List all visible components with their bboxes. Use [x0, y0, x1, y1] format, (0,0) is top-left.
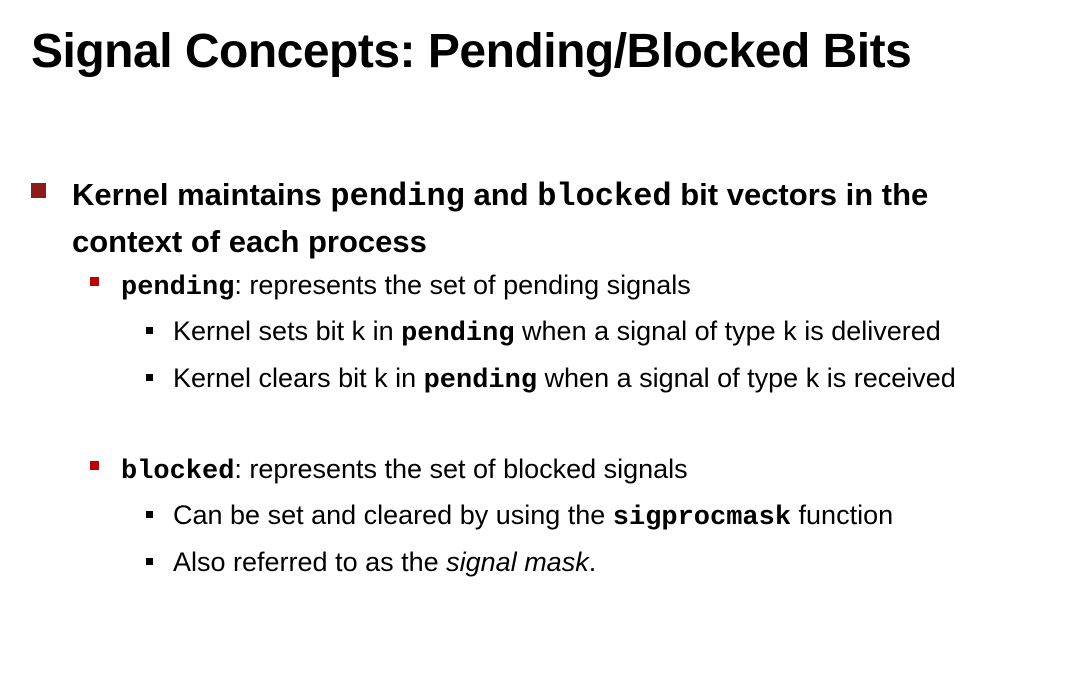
blocked-subitem: Can be set and cleared by using the sigp…	[173, 498, 893, 535]
subitem-emphasis: signal mask	[446, 547, 589, 577]
subitem-code: sigprocmask	[612, 503, 792, 533]
bullet-square-icon	[146, 327, 153, 334]
blocked-description: : represents the set of blocked signals	[234, 454, 688, 484]
main-point-text-1: Kernel maintains	[72, 177, 331, 212]
pending-description: : represents the set of pending signals	[234, 270, 691, 300]
pending-subitem: Kernel clears bit k in pending when a si…	[173, 361, 956, 398]
bullet-square-icon	[31, 183, 46, 198]
blocked-code: blocked	[121, 457, 235, 487]
pending-heading: pending: represents the set of pending s…	[121, 268, 691, 305]
slide-title: Signal Concepts: Pending/Blocked Bits	[31, 25, 912, 78]
main-point-text-2: and	[464, 177, 538, 212]
subitem-text-before: Also referred to as the	[173, 547, 447, 577]
subitem-text-after: when a signal of type k is delivered	[514, 316, 941, 346]
slide: Signal Concepts: Pending/Blocked Bits Ke…	[0, 0, 1071, 676]
main-point-code-pending: pending	[330, 178, 465, 215]
blocked-subitem: Also referred to as the signal mask.	[173, 545, 596, 579]
subitem-text-before: Can be set and cleared by using the	[173, 500, 613, 530]
subitem-code: pending	[401, 319, 515, 349]
pending-code: pending	[121, 273, 235, 303]
blocked-heading: blocked: represents the set of blocked s…	[121, 452, 688, 489]
bullet-square-icon	[90, 461, 99, 470]
subitem-text-after: when a signal of type k is received	[537, 363, 956, 393]
subitem-text-before: Kernel sets bit k in	[173, 316, 402, 346]
subitem-text-after: function	[791, 500, 894, 530]
pending-subitem: Kernel sets bit k in pending when a sign…	[173, 314, 941, 351]
main-point-code-blocked: blocked	[537, 178, 672, 215]
bullet-square-icon	[90, 277, 99, 286]
subitem-code: pending	[423, 366, 538, 396]
bullet-square-icon	[146, 374, 153, 381]
subitem-text-after: .	[588, 547, 597, 577]
main-point: Kernel maintains pending and blocked bit…	[72, 172, 1047, 264]
bullet-square-icon	[146, 558, 153, 565]
bullet-square-icon	[146, 511, 153, 518]
subitem-text-before: Kernel clears bit k in	[173, 363, 424, 393]
